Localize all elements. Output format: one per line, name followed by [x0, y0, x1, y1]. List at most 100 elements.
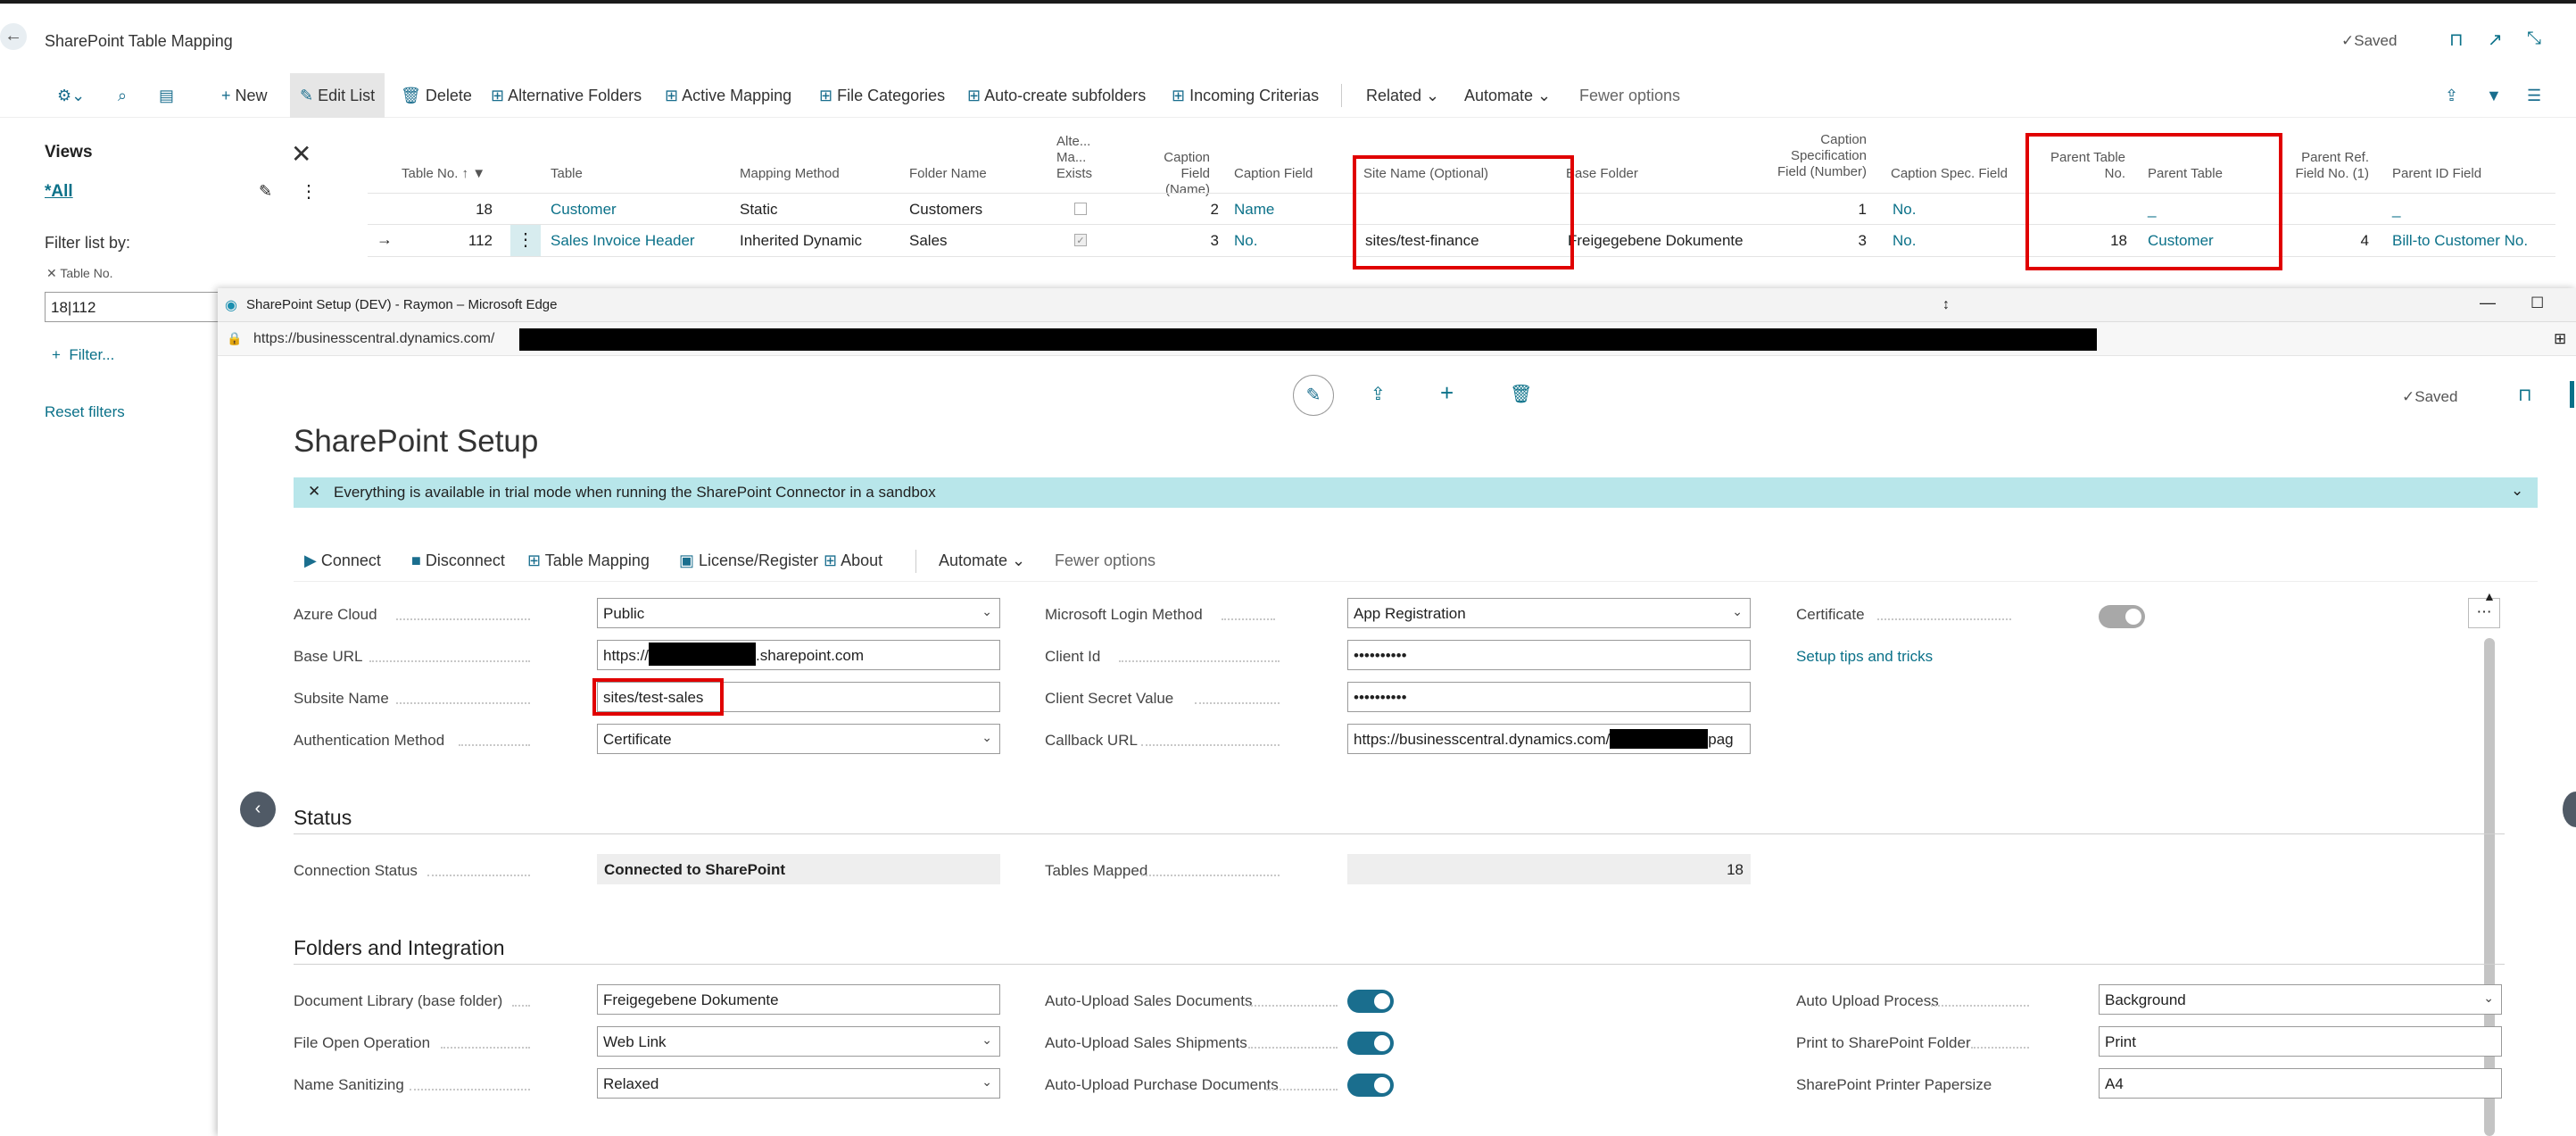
layout-icon[interactable]: ▤ — [159, 87, 174, 105]
next-button[interactable] — [2563, 792, 2576, 827]
license-button[interactable]: ▣ License/Register — [679, 551, 818, 570]
col-table[interactable]: Table — [551, 166, 583, 182]
auth-method-select[interactable]: Certificate ⌄ — [597, 724, 1000, 754]
row-actions-icon[interactable]: ⋮ — [510, 225, 541, 256]
callback-suffix: pag — [1708, 731, 1734, 748]
upload-process-select[interactable]: Background ⌄ — [2099, 984, 2502, 1015]
fewer-options-button[interactable]: Fewer options — [1055, 551, 1155, 570]
print-folder-input[interactable]: Print — [2099, 1026, 2502, 1057]
alternative-folders-button[interactable]: ⊞ Alternative Folders — [491, 87, 642, 105]
resize-cursor-icon: ↕ — [1942, 297, 1950, 312]
connect-button[interactable]: ▶ Connect — [304, 551, 381, 570]
incoming-criterias-button[interactable]: ⊞ Incoming Criterias — [1172, 87, 1319, 105]
client-id-input[interactable]: •••••••••• — [1347, 640, 1751, 670]
about-button[interactable]: ⊞ About — [824, 551, 882, 570]
azure-cloud-select[interactable]: Public ⌄ — [597, 598, 1000, 628]
related-menu[interactable]: Related ⌄ — [1366, 87, 1439, 105]
upload-purchase-toggle[interactable] — [1347, 1074, 1394, 1097]
scroll-up-icon[interactable]: ▲ — [2483, 589, 2496, 603]
share-icon[interactable]: ⇪ — [2445, 87, 2458, 105]
col-alt-exists[interactable]: Alte... Ma... Exists — [1056, 134, 1092, 182]
close-icon[interactable]: ✕ — [291, 139, 311, 169]
papersize-input[interactable]: A4 — [2099, 1068, 2502, 1099]
file-open-label: File Open Operation — [294, 1034, 431, 1051]
fewer-options-button[interactable]: Fewer options — [1579, 87, 1680, 105]
base-url-input[interactable]: https:// .sharepoint.com — [597, 640, 1000, 670]
col-caption-spec-field[interactable]: Caption Spec. Field — [1891, 166, 2008, 182]
doclib-input[interactable]: Freigegebene Dokumente — [597, 984, 1000, 1015]
table-mapping-button[interactable]: ⊞ Table Mapping — [527, 551, 650, 570]
cell-table[interactable]: Sales Invoice Header — [551, 232, 695, 250]
cell-table[interactable]: Customer — [551, 201, 617, 219]
scrollbar[interactable] — [2484, 638, 2495, 1136]
client-secret-input[interactable]: •••••••••• — [1347, 682, 1751, 712]
upload-shipments-toggle[interactable] — [1347, 1032, 1394, 1055]
trash-icon[interactable]: 🗑 — [1510, 383, 1532, 405]
file-open-select[interactable]: Web Link ⌄ — [597, 1026, 1000, 1057]
automate-menu[interactable]: Automate ⌄ — [1464, 87, 1551, 105]
open-new-window-icon[interactable]: ↗ — [2488, 29, 2503, 51]
callback-url-input[interactable]: https://businesscentral.dynamics.com/pag — [1347, 724, 1751, 754]
previous-button[interactable]: ‹ — [240, 792, 276, 827]
auto-create-subfolders-button[interactable]: ⊞ Auto-create subfolders — [967, 87, 1146, 105]
chevron-down-icon[interactable]: ⌄ — [2511, 482, 2523, 500]
filter-icon[interactable]: ▼ — [2486, 87, 2502, 105]
search-settings-icon[interactable]: ⚙⌄ — [57, 87, 85, 105]
add-filter-link[interactable]: + Filter... — [52, 346, 114, 364]
base-url-prefix: https:// — [603, 647, 650, 664]
disconnect-button[interactable]: ■ Disconnect — [411, 551, 505, 570]
more-icon[interactable]: ⋮ — [300, 180, 318, 203]
alt-exists-checkbox[interactable]: ✓ — [1074, 234, 1087, 246]
col-mapping-method[interactable]: Mapping Method — [740, 166, 840, 182]
active-mapping-button[interactable]: ⊞ Active Mapping — [665, 87, 791, 105]
table-icon: ⊞ — [824, 551, 841, 569]
share-icon[interactable]: ⇪ — [1371, 383, 1386, 405]
col-table-no[interactable]: Table No. ↑ ▼ — [402, 166, 485, 182]
apps-icon[interactable]: ⊞ — [2554, 330, 2566, 348]
maximize-button[interactable]: ☐ — [2530, 294, 2544, 312]
automate-menu[interactable]: Automate ⌄ — [939, 551, 1025, 570]
col-base-folder[interactable]: Base Folder — [1566, 166, 1638, 182]
reset-filters-link[interactable]: Reset filters — [45, 403, 125, 421]
cell-caption-field[interactable]: Name — [1234, 201, 1274, 219]
col-caption-spec-num[interactable]: Caption Specification Field (Number) — [1768, 132, 1867, 180]
certificate-toggle[interactable] — [2099, 605, 2145, 628]
search-icon[interactable]: ⌕ — [118, 87, 127, 105]
cell-parent-id[interactable]: _ — [2392, 201, 2400, 219]
view-all-link[interactable]: *All — [45, 182, 73, 202]
file-categories-button[interactable]: ⊞ File Categories — [819, 87, 945, 105]
sanitizing-select[interactable]: Relaxed ⌄ — [597, 1068, 1000, 1099]
incoming-label: Incoming Criterias — [1189, 87, 1320, 104]
back-arrow-icon[interactable]: ← — [0, 23, 27, 50]
col-folder-name[interactable]: Folder Name — [909, 166, 987, 182]
delete-button[interactable]: 🗑 Delete — [401, 87, 472, 105]
toolbar-divider — [1341, 84, 1342, 107]
collapse-icon[interactable]: ⤡ — [2527, 29, 2541, 49]
upload-sales-toggle[interactable] — [1347, 990, 1394, 1013]
tables-mapped-value[interactable]: 18 — [1347, 854, 1751, 884]
new-button[interactable]: + New — [221, 87, 268, 105]
login-method-select[interactable]: App Registration ⌄ — [1347, 598, 1751, 628]
minimize-button[interactable]: — — [2480, 294, 2496, 312]
alt-exists-checkbox[interactable] — [1074, 203, 1087, 215]
bookmark-icon[interactable]: ⊓ — [2449, 29, 2464, 51]
cell-parent-id[interactable]: Bill-to Customer No. — [2392, 232, 2528, 250]
cell-spec-field[interactable]: No. — [1893, 232, 1916, 250]
edit-icon[interactable]: ✎ — [1293, 375, 1334, 416]
list-icon[interactable]: ☰ — [2527, 87, 2541, 105]
close-icon[interactable]: ✕ — [308, 483, 320, 501]
filter-value-input[interactable]: 18|112 — [45, 292, 232, 322]
cell-spec-field[interactable]: No. — [1893, 201, 1916, 219]
col-parent-ref[interactable]: Parent Ref. Field No. (1) — [2284, 150, 2369, 182]
setup-tips-link[interactable]: Setup tips and tricks — [1796, 648, 1933, 666]
cell-caption-field[interactable]: No. — [1234, 232, 1257, 250]
redacted-url — [519, 328, 2097, 351]
col-caption-field[interactable]: Caption Field — [1234, 166, 1313, 182]
col-caption-name[interactable]: Caption Field (Name) — [1131, 150, 1210, 198]
manage-views-icon[interactable]: ✎ — [259, 182, 272, 201]
address-bar[interactable]: 🔒 https://businesscentral.dynamics.com/ … — [218, 322, 2576, 356]
plus-icon[interactable]: + — [1440, 379, 1454, 407]
cell-base-folder: Freigegebene Dokumente — [1568, 232, 1744, 249]
col-parent-id[interactable]: Parent ID Field — [2392, 166, 2481, 182]
bookmark-icon[interactable]: ⊓ — [2518, 384, 2532, 406]
